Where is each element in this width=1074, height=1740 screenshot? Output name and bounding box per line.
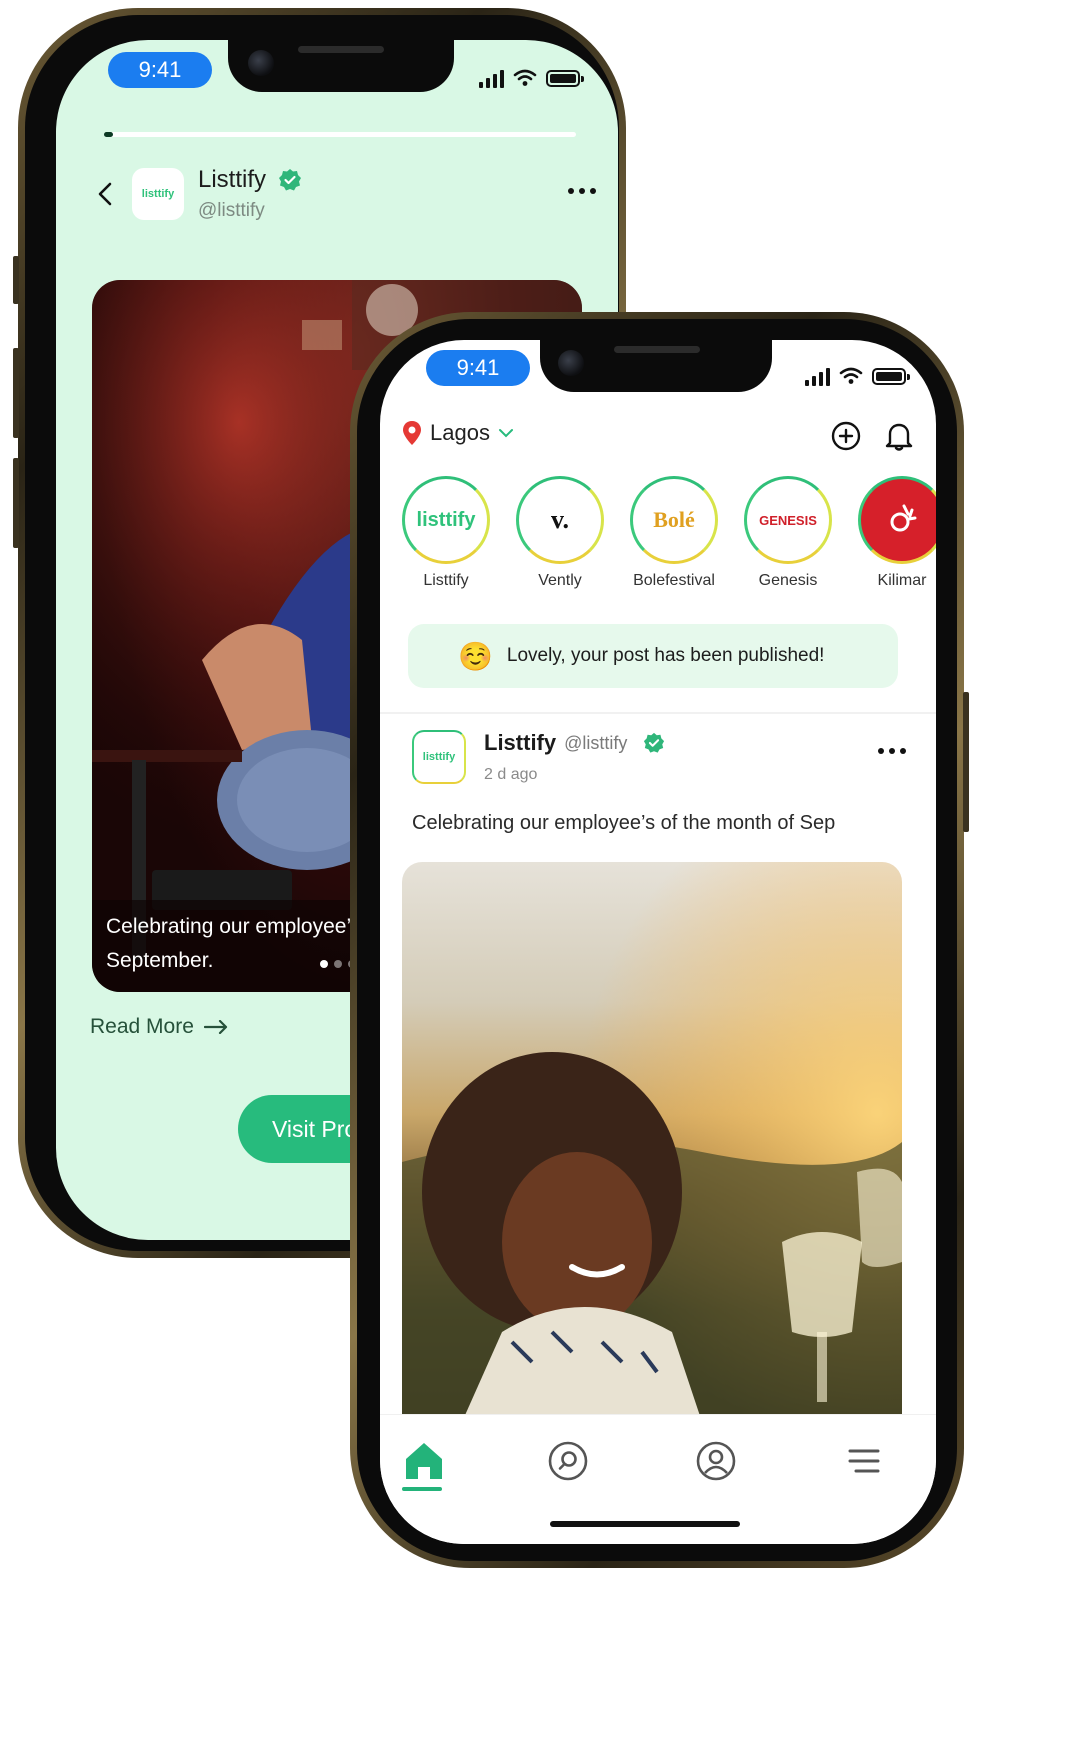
home-indicator	[550, 1521, 740, 1527]
front-camera	[248, 50, 274, 76]
signal-icon	[805, 366, 830, 386]
more-options-icon[interactable]	[568, 188, 596, 194]
wifi-icon	[513, 69, 537, 86]
post-more-options-icon[interactable]	[878, 748, 906, 754]
story-label: Bolefestival	[633, 572, 715, 589]
verified-badge-icon	[279, 169, 302, 191]
home-feed-screen: 9:41 Lagos listtify Listtify v. Vently B…	[380, 340, 936, 1544]
post-author-avatar[interactable]: listtify	[412, 730, 466, 784]
pager-dot-active	[320, 960, 328, 968]
volume-down-button	[13, 458, 19, 548]
vently-logo: v.	[550, 505, 570, 534]
post-text: Celebrating our employee’s of the month …	[412, 812, 836, 834]
divider	[380, 712, 936, 714]
story-item-bolefestival[interactable]: Bolé Bolefestival	[628, 476, 720, 590]
menu-icon	[848, 1449, 880, 1473]
story-item-kilimar[interactable]: Kilimar	[856, 476, 936, 590]
story-avatar: Bolé	[630, 476, 718, 564]
tab-home[interactable]	[402, 1439, 446, 1491]
back-chevron-icon[interactable]	[92, 180, 120, 208]
profile-header: listtify Listtify @listtify	[86, 160, 596, 230]
speaker	[614, 346, 700, 353]
volume-up-button	[13, 348, 19, 438]
top-actions	[830, 420, 914, 452]
location-label: Lagos	[430, 420, 490, 445]
story-label: Kilimar	[877, 572, 927, 589]
bolefestival-logo: Bolé	[653, 507, 695, 532]
smile-emoji-icon: ☺️	[458, 640, 493, 672]
home-icon	[406, 1443, 442, 1479]
toast-message: Lovely, your post has been published!	[506, 645, 825, 666]
arrow-right-icon	[203, 1020, 227, 1034]
chevron-down-icon	[498, 429, 513, 438]
post-header: listtify Listtify @listtify 2 d ago	[410, 730, 910, 790]
mute-switch	[13, 256, 19, 304]
story-progress-fill	[104, 132, 114, 137]
story-item-listtify[interactable]: listtify Listtify	[400, 476, 492, 590]
battery-icon	[872, 367, 910, 385]
story-progress-bar	[104, 132, 576, 137]
notification-bell-icon[interactable]	[884, 420, 914, 452]
sunset-toast-photo	[402, 862, 902, 1422]
profile-logo[interactable]: listtify	[132, 168, 184, 220]
location-pin-icon	[403, 421, 421, 445]
genesis-logo: GENESIS	[759, 512, 817, 528]
status-icons	[479, 68, 584, 88]
story-avatar: v.	[516, 476, 604, 564]
front-camera	[558, 350, 584, 376]
read-more-label: Read More	[90, 1015, 194, 1038]
battery-icon	[546, 69, 584, 87]
post-author-name[interactable]: Listtify	[484, 730, 556, 756]
read-more-link[interactable]: Read More	[90, 1015, 228, 1039]
speaker	[298, 46, 384, 53]
verified-badge-icon	[644, 732, 665, 753]
post-published-toast: ☺️ Lovely, your post has been published!	[408, 624, 898, 688]
tab-search[interactable]	[546, 1439, 590, 1483]
notch	[228, 40, 454, 92]
add-post-icon[interactable]	[830, 420, 862, 452]
profile-icon	[696, 1441, 736, 1481]
story-item-vently[interactable]: v. Vently	[514, 476, 606, 590]
story-avatar: listtify	[402, 476, 490, 564]
tab-menu[interactable]	[842, 1439, 886, 1483]
post-image[interactable]	[402, 862, 902, 1422]
pager-dot	[334, 960, 342, 968]
active-tab-indicator	[402, 1487, 442, 1491]
tab-profile[interactable]	[694, 1439, 738, 1483]
front-phone: 9:41 Lagos listtify Listtify v. Vently B…	[350, 312, 969, 1568]
status-time: 9:41	[108, 52, 212, 88]
story-label: Vently	[538, 572, 582, 589]
profile-name[interactable]: Listtify	[198, 166, 266, 194]
listtify-logo: listtify	[416, 508, 476, 531]
post-timestamp: 2 d ago	[484, 766, 538, 783]
signal-icon	[479, 68, 504, 88]
story-item-genesis[interactable]: GENESIS Genesis	[742, 476, 834, 590]
wifi-icon	[839, 367, 863, 384]
bottom-tab-bar	[380, 1414, 936, 1544]
story-label: Genesis	[758, 572, 818, 589]
notch	[540, 340, 772, 392]
story-avatar	[858, 476, 936, 564]
power-button	[963, 692, 969, 832]
status-icons	[805, 366, 910, 386]
story-avatar: GENESIS	[744, 476, 832, 564]
brand-stories-row: listtify Listtify v. Vently Bolé Bolefes…	[400, 476, 936, 590]
story-label: Listtify	[423, 572, 469, 589]
profile-handle: @listtify	[198, 200, 265, 221]
post-author-handle: @listtify	[564, 732, 628, 753]
search-icon	[548, 1441, 588, 1481]
kilimar-logo-icon	[890, 504, 917, 532]
status-time: 9:41	[426, 350, 530, 386]
location-selector[interactable]: Lagos	[402, 420, 514, 446]
